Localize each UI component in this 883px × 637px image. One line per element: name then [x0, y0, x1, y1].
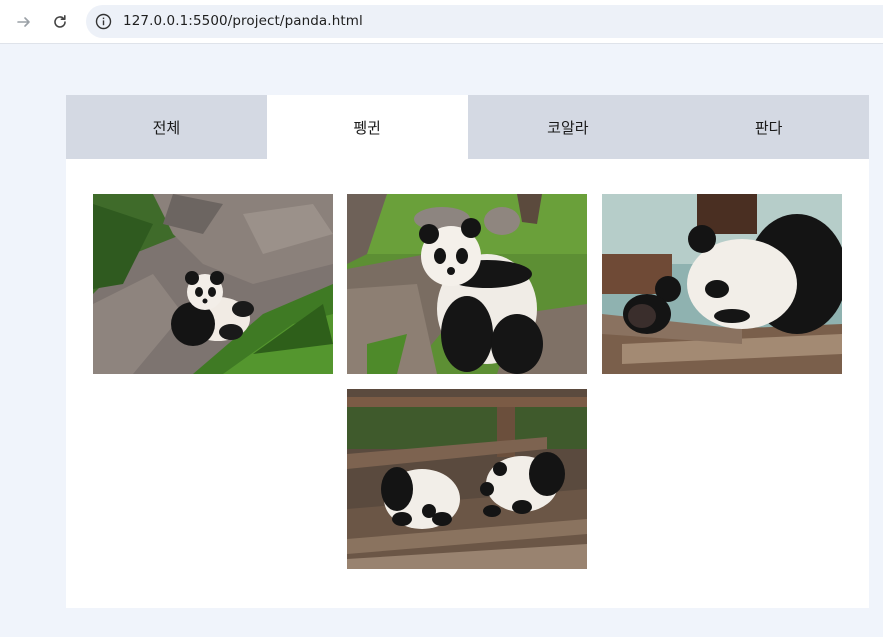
- panda-photo-2[interactable]: [347, 194, 587, 374]
- forward-button[interactable]: [10, 8, 38, 36]
- address-bar[interactable]: 127.0.0.1:5500/project/panda.html: [86, 5, 883, 38]
- tab-all[interactable]: 전체: [66, 95, 267, 159]
- panda-photo-3[interactable]: [602, 194, 842, 374]
- panda-photo-4[interactable]: [347, 389, 587, 569]
- gallery-card: 전체 펭귄 코알라 판다: [66, 95, 869, 608]
- browser-toolbar: 127.0.0.1:5500/project/panda.html: [0, 0, 883, 44]
- reload-button[interactable]: [46, 8, 74, 36]
- url-text[interactable]: 127.0.0.1:5500/project/panda.html: [123, 13, 363, 29]
- tab-penguin[interactable]: 펭귄: [266, 95, 468, 159]
- tab-panda[interactable]: 판다: [668, 95, 869, 159]
- reload-icon: [54, 15, 66, 28]
- category-tabs: 전체 펭귄 코알라 판다: [66, 95, 869, 159]
- tab-koala[interactable]: 코알라: [468, 95, 669, 159]
- arrow-forward-icon: [17, 17, 30, 27]
- info-icon[interactable]: [95, 13, 112, 30]
- panda-photo-1[interactable]: [93, 194, 333, 374]
